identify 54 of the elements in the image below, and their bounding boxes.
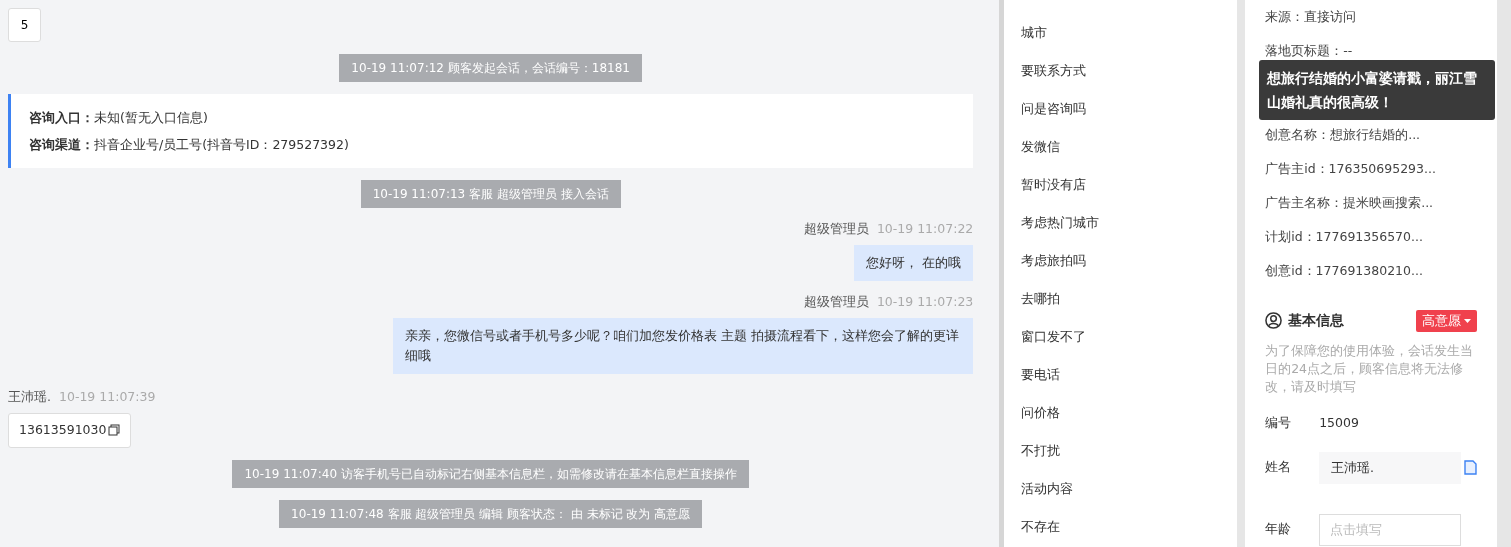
notice-text: 为了保障您的使用体验，会话发生当日的24点之后，顾客信息将无法修改，请及时填写 (1265, 341, 1475, 396)
field-label: 姓名 (1265, 458, 1293, 477)
copy-icon[interactable] (108, 424, 121, 437)
message-time: 10-19 11:07:22 (876, 221, 974, 236)
info-row-text: 落地页标题：-- (1265, 42, 1354, 60)
field-value: 15009 (1319, 414, 1359, 433)
system-message: 10-19 11:07:48 客服 超级管理员 编辑 顾客状态： 由 未标记 改为 高意愿 (279, 499, 703, 528)
quick-reply-item[interactable]: 发微信 (1021, 128, 1238, 166)
field-label: 编号 (1265, 414, 1293, 433)
info-row-text: 广告主id：176350695293... (1265, 160, 1437, 178)
sender-name: 王沛瑶. (8, 389, 51, 404)
quick-reply-item[interactable]: 城市 (1021, 14, 1238, 52)
quick-reply-item[interactable]: 考虑旅拍吗 (1021, 242, 1238, 280)
quick-reply-item[interactable]: 不打扰 (1021, 432, 1238, 470)
user-icon (1265, 312, 1283, 330)
scrollbar[interactable] (1237, 0, 1246, 547)
entry-info-line: 咨询入口：未知(暂无入口信息) (29, 109, 209, 127)
page-button[interactable]: 5 (8, 8, 41, 42)
status-dropdown[interactable]: 高意愿 (1416, 310, 1477, 332)
copy-icon[interactable] (1464, 460, 1477, 475)
info-row-text: 创意名称：想旅行结婚的... (1265, 126, 1422, 144)
quick-reply-item[interactable]: 不存在 (1021, 508, 1238, 546)
quick-reply-item[interactable]: 窗口发不了 (1021, 318, 1238, 356)
quick-reply-item[interactable]: 活动内容 (1021, 470, 1238, 508)
sender-name: 超级管理员 (803, 221, 869, 236)
scrollbar[interactable] (1497, 0, 1511, 547)
quick-reply-item[interactable]: 要电话 (1021, 356, 1238, 394)
message-bubble: 亲亲，您微信号或者手机号多少呢？咱们加您发价格表 主题 拍摄流程看下，这样您会了解的更详细哦 (393, 318, 974, 374)
system-message: 10-19 11:07:13 客服 超级管理员 接入会话 (360, 180, 621, 208)
name-field[interactable]: 王沛瑶. (1319, 451, 1461, 484)
system-message: 10-19 11:07:40 访客手机号已自动标记右侧基本信息栏，如需修改请在基本信息栏直接操作 (232, 459, 749, 488)
scrollbar[interactable] (999, 0, 1005, 547)
tooltip: 想旅行结婚的小富婆请戳，丽江雪山婚礼真的很高级！ (1259, 60, 1496, 120)
quick-reply-item[interactable]: 暂时没有店 (1021, 166, 1238, 204)
quick-reply-item[interactable]: 问是咨询吗 (1021, 90, 1238, 128)
sender-name: 超级管理员 (803, 294, 869, 309)
message-bubble: 您好呀， 在的哦 (854, 245, 974, 281)
info-row-text: 计划id：177691356570... (1265, 228, 1424, 246)
phone-number: 13613591030 (19, 421, 107, 439)
system-message: 10-19 11:07:12 顾客发起会话，会话编号：18181 (339, 54, 642, 82)
quick-reply-item[interactable]: 问价格 (1021, 394, 1238, 432)
message-time: 10-19 11:07:39 (59, 389, 156, 404)
info-row-text: 来源：直接访问 (1265, 8, 1358, 26)
quick-reply-item[interactable]: 要联系方式 (1021, 52, 1238, 90)
field-label: 年龄 (1265, 520, 1293, 539)
age-field[interactable]: 点击填写 (1319, 513, 1462, 546)
quick-reply-item[interactable]: 考虑热门城市 (1021, 204, 1238, 242)
info-row-text: 广告主名称：提米映画搜索... (1265, 194, 1435, 212)
section-title: 基本信息 (1288, 311, 1345, 331)
info-row-text: 创意id：177691380210... (1265, 262, 1424, 280)
message-time: 10-19 11:07:23 (876, 294, 974, 309)
entry-info-line: 咨询渠道：抖音企业号/员工号(抖音号ID：279527392) (29, 136, 350, 154)
caret-icon (1464, 318, 1471, 323)
quick-reply-item[interactable]: 去哪拍 (1021, 280, 1238, 318)
